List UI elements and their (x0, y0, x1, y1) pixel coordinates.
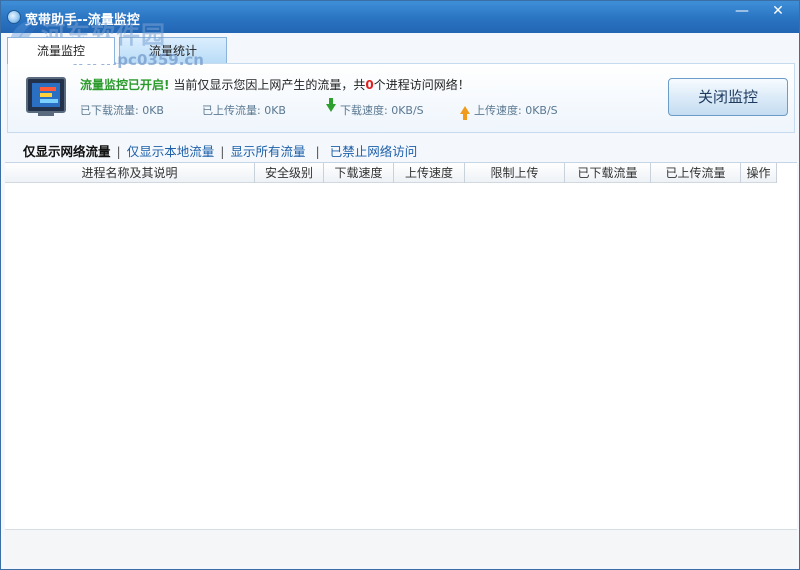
filter-blocked-access[interactable]: 已禁止网络访问 (330, 141, 418, 160)
filter-separator: | (315, 144, 320, 159)
download-arrow-icon (326, 98, 336, 112)
filter-all-traffic[interactable]: 显示所有流量 (230, 141, 305, 160)
column-downloaded[interactable]: 已下载流量 (565, 163, 651, 183)
column-actions[interactable]: 操作 (741, 163, 777, 183)
filter-separator: | (220, 144, 225, 159)
download-speed: 下载速度: 0KB/S (340, 104, 424, 117)
monitor-enabled-text: 流量监控已开启! (80, 78, 170, 92)
close-monitor-button[interactable]: 关闭监控 (668, 78, 788, 116)
upload-speed: 上传速度: 0KB/S (474, 104, 558, 117)
status-prefix: 当前仅显示您因上网产生的流量，共 (173, 78, 366, 92)
filter-separator: | (116, 144, 121, 159)
filter-local-only[interactable]: 仅显示本地流量 (127, 141, 215, 160)
status-suffix: 个进程访问网络！ (373, 78, 470, 92)
table-right-margin (777, 162, 797, 530)
filter-network-only[interactable]: 仅显示网络流量 (23, 141, 111, 160)
downloaded-traffic: 已下载流量: 0KB (80, 104, 164, 117)
status-line: 流量监控已开启! 当前仅显示您因上网产生的流量，共0个进程访问网络！ (80, 76, 470, 93)
table-header: 进程名称及其说明 安全级别 下载速度 上传速度 限制上传 已下载流量 已上传流量… (5, 163, 777, 183)
close-button[interactable]: ✕ (761, 1, 795, 23)
column-uploaded[interactable]: 已上传流量 (651, 163, 741, 183)
minimize-button[interactable]: — (725, 1, 759, 23)
column-process-name[interactable]: 进程名称及其说明 (5, 163, 255, 183)
process-count: 0 (365, 78, 374, 92)
tab-traffic-monitor[interactable]: 流量监控 (7, 37, 115, 64)
column-upload-speed[interactable]: 上传速度 (394, 163, 465, 183)
monitor-info-panel: 流量监控已开启! 当前仅显示您因上网产生的流量，共0个进程访问网络！ 已下载流量… (7, 63, 795, 133)
monitor-icon (26, 77, 66, 113)
column-download-speed[interactable]: 下载速度 (324, 163, 394, 183)
status-bar (5, 529, 797, 567)
upload-arrow-icon (460, 106, 470, 120)
monitor-stand-icon (38, 112, 54, 116)
column-upload-limit[interactable]: 限制上传 (465, 163, 565, 183)
column-security-level[interactable]: 安全级别 (255, 163, 324, 183)
process-table: 进程名称及其说明 安全级别 下载速度 上传速度 限制上传 已下载流量 已上传流量… (5, 162, 777, 530)
main-window: 宽带助手--流量监控 — ✕ 流量监控 流量统计 流量监控已开启! 当前仅显示您… (0, 0, 800, 570)
traffic-filter-bar: 仅显示网络流量 | 仅显示本地流量 | 显示所有流量 | 已禁止网络访问 (23, 141, 417, 160)
uploaded-traffic: 已上传流量: 0KB (202, 104, 286, 117)
